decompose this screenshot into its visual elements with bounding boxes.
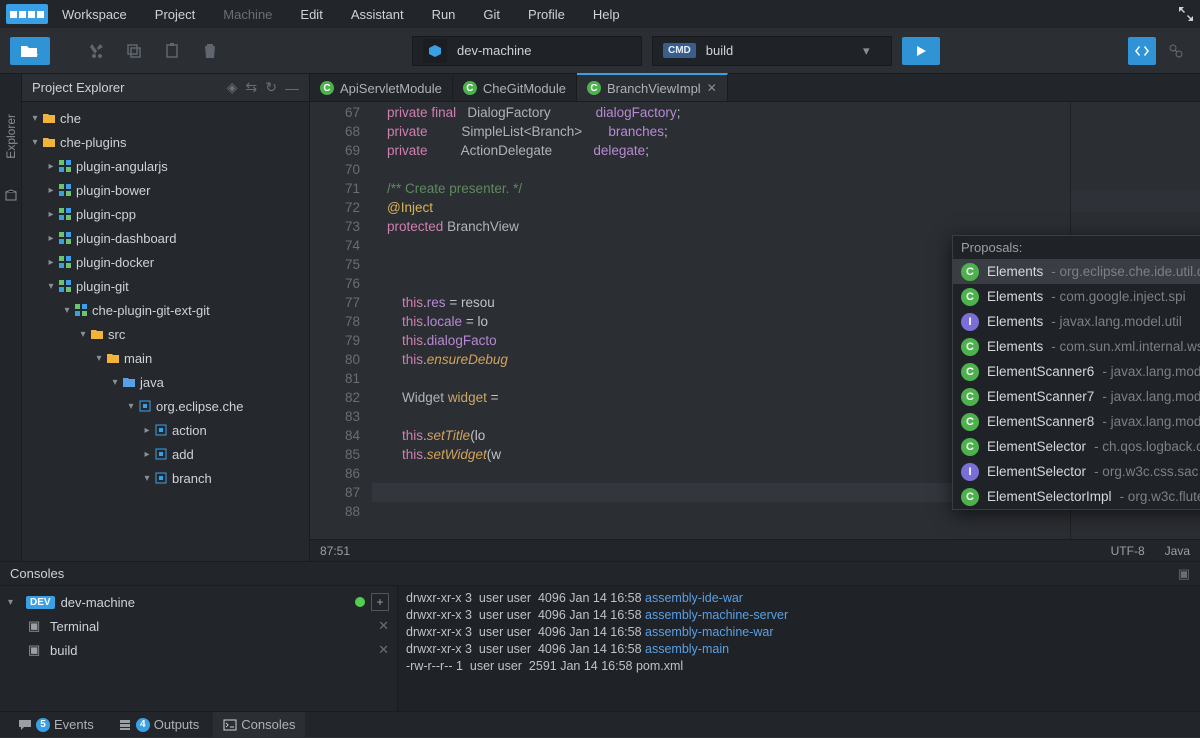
machine-label: dev-machine: [457, 43, 531, 58]
command-selector[interactable]: CMD build ▾: [652, 36, 892, 66]
menu-help[interactable]: Help: [579, 7, 634, 22]
tree-item[interactable]: ▾src: [22, 322, 309, 346]
file-encoding: UTF-8: [1111, 544, 1145, 558]
menu-run[interactable]: Run: [418, 7, 470, 22]
left-rail: Explorer: [0, 74, 22, 561]
console-tree-item[interactable]: ▣build✕: [0, 638, 397, 662]
tree-item[interactable]: ▸add: [22, 442, 309, 466]
proposal-item[interactable]: CElements - com.google.inject.spi: [953, 284, 1200, 309]
consoles-panel: Consoles ▣ ▾DEVdev-machine+▣Terminal✕▣bu…: [0, 561, 1200, 711]
rail-icon[interactable]: [5, 189, 17, 201]
project-explorer: Project Explorer ◈ ⇆ ↻ — ▾che▾che-plugin…: [22, 74, 310, 561]
tree-item[interactable]: ▾che: [22, 106, 309, 130]
run-button[interactable]: [902, 37, 940, 65]
collapse-icon[interactable]: ⇆: [246, 79, 258, 96]
add-console-icon[interactable]: +: [371, 593, 389, 611]
tree-item[interactable]: ▾che-plugins: [22, 130, 309, 154]
tree-item[interactable]: ▸plugin-dashboard: [22, 226, 309, 250]
menu-git[interactable]: Git: [469, 7, 514, 22]
rail-explorer-label[interactable]: Explorer: [4, 114, 18, 159]
editor-tab[interactable]: CBranchViewImpl✕: [577, 73, 728, 101]
tree-item[interactable]: ▸plugin-bower: [22, 178, 309, 202]
refresh-icon[interactable]: ↻: [265, 79, 277, 96]
status-indicator: [355, 597, 365, 607]
file-language: Java: [1165, 544, 1190, 558]
editor-tabs: CApiServletModuleCCheGitModuleCBranchVie…: [310, 74, 1200, 102]
link-editor-icon[interactable]: ◈: [227, 79, 238, 96]
code-completion-popup[interactable]: Proposals: CElements - org.eclipse.che.i…: [952, 235, 1200, 510]
bottom-tabs: 5Events4OutputsConsoles: [0, 711, 1200, 737]
copy-icon[interactable]: [120, 37, 148, 65]
tree-item[interactable]: ▾org.eclipse.che: [22, 394, 309, 418]
close-console-icon[interactable]: ✕: [378, 642, 389, 658]
cube-icon: [423, 39, 447, 63]
popup-title: Proposals:: [953, 236, 1200, 259]
proposal-item[interactable]: CElements - com.sun.xml.internal.ws.deve…: [953, 334, 1200, 359]
proposal-item[interactable]: IElementSelector - org.w3c.css.sac: [953, 459, 1200, 484]
tree-item[interactable]: ▾che-plugin-git-ext-git: [22, 298, 309, 322]
minimize-icon[interactable]: —: [285, 80, 299, 96]
menu-assistant[interactable]: Assistant: [337, 7, 418, 22]
new-file-button[interactable]: [10, 37, 50, 65]
fullscreen-icon[interactable]: [1178, 6, 1194, 22]
tree-item[interactable]: ▸plugin-angularjs: [22, 154, 309, 178]
cut-icon[interactable]: [82, 37, 110, 65]
line-gutter: 6768697071727374757677787980818283848586…: [310, 102, 372, 539]
consoles-toggle-icon[interactable]: ▣: [1178, 566, 1190, 582]
chevron-down-icon: ▾: [863, 43, 881, 59]
perspective-ops-button[interactable]: [1162, 37, 1190, 65]
bottom-tab-consoles[interactable]: Consoles: [213, 712, 305, 738]
cursor-position: 87:51: [320, 544, 350, 558]
proposal-item[interactable]: CElementScanner6 - javax.lang.model.util: [953, 359, 1200, 384]
menu-edit[interactable]: Edit: [286, 7, 336, 22]
tree-item[interactable]: ▾main: [22, 346, 309, 370]
bottom-tab-events[interactable]: 5Events: [8, 712, 104, 738]
proposal-item[interactable]: CElements - org.eclipse.che.ide.util.dom: [953, 259, 1200, 284]
console-tree-item[interactable]: ▣Terminal✕: [0, 614, 397, 638]
editor-area: CApiServletModuleCCheGitModuleCBranchVie…: [310, 74, 1200, 561]
menu-machine[interactable]: Machine: [209, 7, 286, 22]
close-console-icon[interactable]: ✕: [378, 618, 389, 634]
proposal-item[interactable]: CElementSelector - ch.qos.logback.core.j…: [953, 434, 1200, 459]
explorer-title: Project Explorer: [32, 80, 219, 95]
machine-selector[interactable]: dev-machine: [412, 36, 642, 66]
console-output[interactable]: drwxr-xr-x 3 user user 4096 Jan 14 16:58…: [398, 586, 1200, 711]
consoles-header: Consoles ▣: [0, 562, 1200, 586]
explorer-header: Project Explorer ◈ ⇆ ↻ —: [22, 74, 309, 102]
command-value: build: [706, 43, 853, 58]
proposal-item[interactable]: IElements - javax.lang.model.util: [953, 309, 1200, 334]
console-tree-item[interactable]: ▾DEVdev-machine+: [0, 590, 397, 614]
close-tab-icon[interactable]: ✕: [707, 81, 717, 95]
menubar: WorkspaceProjectMachineEditAssistantRunG…: [0, 0, 1200, 28]
menu-project[interactable]: Project: [141, 7, 209, 22]
delete-icon[interactable]: [196, 37, 224, 65]
tree-item[interactable]: ▾branch: [22, 466, 309, 490]
editor-statusbar: 87:51 UTF-8 Java: [310, 539, 1200, 561]
consoles-tree[interactable]: ▾DEVdev-machine+▣Terminal✕▣build✕: [0, 586, 398, 711]
proposal-item[interactable]: CElementScanner8 - javax.lang.model.util: [953, 409, 1200, 434]
project-tree[interactable]: ▾che▾che-plugins▸plugin-angularjs▸plugin…: [22, 102, 309, 561]
tree-item[interactable]: ▸plugin-docker: [22, 250, 309, 274]
consoles-title: Consoles: [10, 566, 64, 581]
proposal-item[interactable]: CElementSelectorImpl - org.w3c.flute.par…: [953, 484, 1200, 509]
code-editor[interactable]: 6768697071727374757677787980818283848586…: [310, 102, 1200, 539]
app-logo[interactable]: [6, 4, 48, 24]
perspective-code-button[interactable]: [1128, 37, 1156, 65]
editor-tab[interactable]: CApiServletModule: [310, 75, 453, 101]
tree-item[interactable]: ▾java: [22, 370, 309, 394]
cmd-chip: CMD: [663, 43, 696, 58]
menu-workspace[interactable]: Workspace: [48, 7, 141, 22]
tree-item[interactable]: ▸plugin-cpp: [22, 202, 309, 226]
proposal-item[interactable]: CElementScanner7 - javax.lang.model.util: [953, 384, 1200, 409]
tree-item[interactable]: ▸action: [22, 418, 309, 442]
menu-profile[interactable]: Profile: [514, 7, 579, 22]
paste-icon[interactable]: [158, 37, 186, 65]
tree-item[interactable]: ▾plugin-git: [22, 274, 309, 298]
editor-tab[interactable]: CCheGitModule: [453, 75, 577, 101]
bottom-tab-outputs[interactable]: 4Outputs: [108, 712, 210, 738]
toolbar: dev-machine CMD build ▾: [0, 28, 1200, 74]
